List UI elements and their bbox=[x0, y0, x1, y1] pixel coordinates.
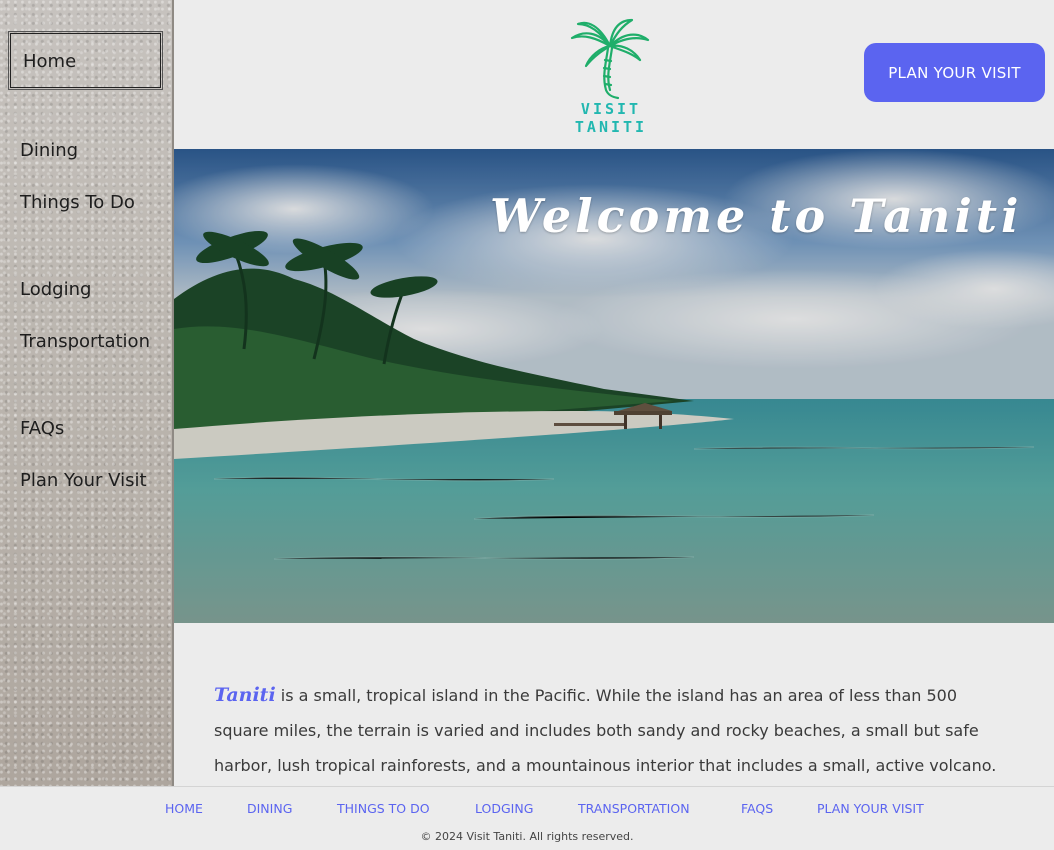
sidebar-item-dining[interactable]: Dining bbox=[20, 140, 78, 161]
logo-text: VISIT TANITI bbox=[574, 100, 648, 136]
footer-nav: HOME DINING THINGS TO DO LODGING TRANSPO… bbox=[0, 801, 1054, 819]
site-header: VISIT TANITI PLAN YOUR VISIT bbox=[174, 0, 1054, 149]
hero-banner: Welcome to Taniti bbox=[174, 149, 1054, 623]
hero-title: Welcome to Taniti bbox=[490, 189, 1023, 243]
footer-link-faqs[interactable]: FAQS bbox=[741, 801, 773, 816]
sidebar-item-transportation[interactable]: Transportation bbox=[20, 331, 150, 352]
sidebar-nav: Home Dining Things To Do Lodging Transpo… bbox=[0, 0, 174, 786]
footer-link-things-to-do[interactable]: THINGS TO DO bbox=[337, 801, 430, 816]
copyright-text: © 2024 Visit Taniti. All rights reserved… bbox=[420, 830, 634, 843]
sidebar-item-lodging[interactable]: Lodging bbox=[20, 279, 91, 300]
footer-link-home[interactable]: HOME bbox=[165, 801, 203, 816]
sidebar-item-faqs[interactable]: FAQs bbox=[20, 418, 64, 439]
footer-link-lodging[interactable]: LODGING bbox=[475, 801, 533, 816]
site-footer: HOME DINING THINGS TO DO LODGING TRANSPO… bbox=[0, 786, 1054, 850]
sidebar-item-things-to-do[interactable]: Things To Do bbox=[20, 192, 135, 213]
palm-tree-icon bbox=[570, 18, 650, 100]
sidebar-item-plan-your-visit[interactable]: Plan Your Visit bbox=[20, 470, 147, 491]
plan-your-visit-button[interactable]: PLAN YOUR VISIT bbox=[864, 43, 1045, 102]
brand-name: Taniti bbox=[214, 684, 276, 706]
site-logo[interactable]: VISIT TANITI bbox=[548, 18, 674, 136]
sidebar-item-home[interactable]: Home bbox=[8, 31, 163, 90]
footer-link-plan-your-visit[interactable]: PLAN YOUR VISIT bbox=[817, 801, 924, 816]
footer-link-transportation[interactable]: TRANSPORTATION bbox=[578, 801, 690, 816]
footer-link-dining[interactable]: DINING bbox=[247, 801, 292, 816]
